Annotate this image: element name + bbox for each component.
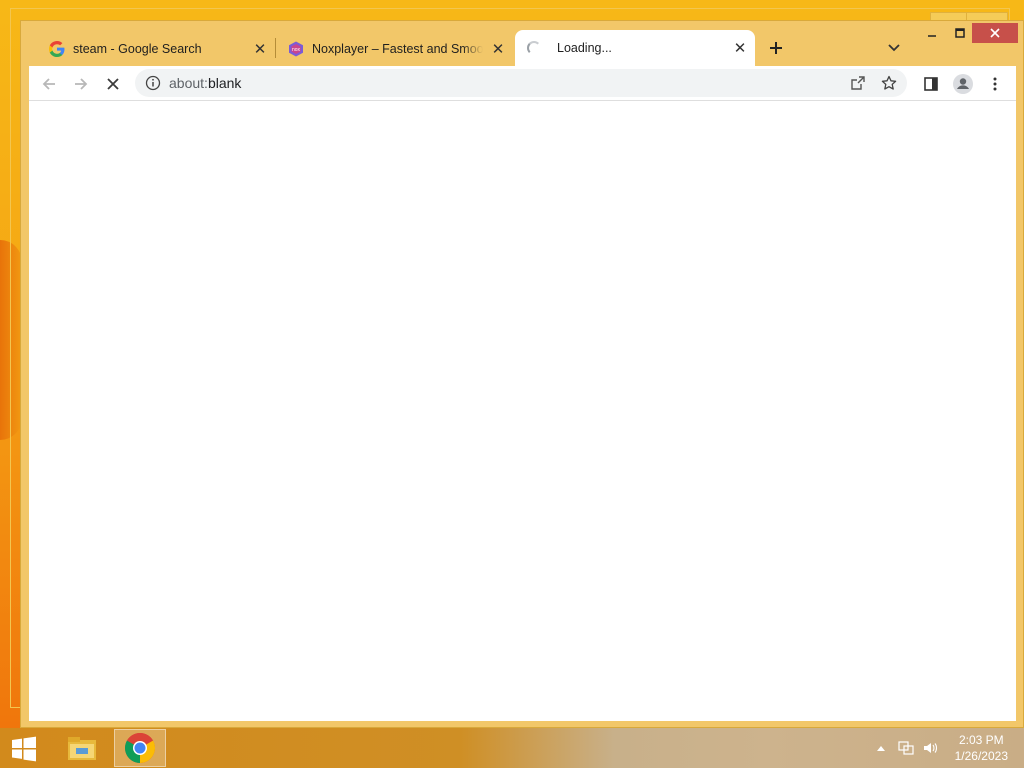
svg-text:nox: nox — [292, 47, 301, 53]
info-icon[interactable] — [145, 75, 161, 91]
back-button[interactable] — [35, 70, 63, 98]
address-bar[interactable]: about:blank — [135, 69, 907, 97]
tab-google-search[interactable]: steam - Google Search ✕ — [47, 32, 269, 66]
chevron-up-icon — [877, 746, 885, 751]
file-explorer-icon — [68, 737, 96, 760]
tab-title: Loading... — [557, 41, 612, 55]
nox-icon: nox — [288, 41, 304, 57]
taskbar-chrome[interactable] — [114, 729, 166, 767]
close-icon[interactable]: ✕ — [489, 40, 507, 58]
google-g-icon — [49, 41, 65, 57]
avatar-icon — [953, 74, 973, 94]
star-icon[interactable] — [878, 72, 900, 94]
tab-title: Noxplayer – Fastest and Smoothe — [312, 42, 483, 56]
side-panel-button[interactable] — [917, 70, 945, 98]
minimize-icon — [928, 35, 936, 37]
forward-button[interactable] — [67, 70, 95, 98]
tab-loading-active[interactable]: Loading... ✕ — [515, 30, 755, 66]
network-icon[interactable] — [896, 736, 916, 760]
close-icon — [107, 78, 119, 90]
stop-loading-button[interactable] — [99, 70, 127, 98]
browser-window: steam - Google Search ✕ nox Noxplayer – … — [20, 20, 1024, 728]
volume-icon[interactable] — [920, 736, 940, 760]
page-content[interactable] — [29, 101, 1016, 721]
clock-date: 1/26/2023 — [954, 749, 1008, 763]
taskbar-file-explorer[interactable] — [56, 729, 108, 767]
side-panel-icon — [924, 77, 938, 91]
maximize-button[interactable] — [947, 23, 973, 43]
url-text[interactable]: about:blank — [169, 75, 907, 91]
windows-logo-icon — [12, 736, 36, 762]
taskbar: 2:03 PM 1/26/2023 — [0, 728, 1024, 768]
taskbar-clock[interactable]: 2:03 PM 1/26/2023 — [955, 732, 1008, 764]
profile-button[interactable] — [949, 70, 977, 98]
menu-button[interactable] — [981, 70, 1009, 98]
clock-time: 2:03 PM — [958, 733, 1004, 747]
tab-noxplayer[interactable]: nox Noxplayer – Fastest and Smoothe ✕ — [285, 32, 507, 66]
close-icon[interactable]: ✕ — [251, 40, 269, 58]
show-hidden-icons-button[interactable] — [874, 736, 888, 760]
tab-strip: steam - Google Search ✕ nox Noxplayer – … — [21, 21, 1023, 66]
new-tab-button[interactable] — [763, 35, 789, 61]
chrome-icon — [124, 732, 156, 763]
loading-spinner-icon — [527, 41, 541, 55]
close-icon[interactable]: ✕ — [731, 39, 749, 57]
start-button[interactable] — [8, 734, 40, 764]
kebab-menu-icon — [993, 77, 997, 91]
share-icon[interactable] — [847, 72, 869, 94]
url-path: blank — [207, 75, 242, 91]
tab-title: steam - Google Search — [73, 42, 202, 56]
chevron-down-icon — [888, 44, 900, 52]
close-icon — [990, 28, 1000, 38]
window-close-button[interactable] — [972, 23, 1018, 43]
browser-toolbar: about:blank — [29, 66, 1016, 101]
tab-search-button[interactable] — [883, 37, 905, 59]
minimize-button[interactable] — [919, 23, 945, 43]
arrow-right-icon — [75, 78, 88, 90]
plus-icon — [770, 42, 782, 54]
maximize-icon — [955, 28, 965, 38]
url-scheme: about: — [169, 75, 208, 91]
tab-separator — [275, 38, 276, 58]
arrow-left-icon — [42, 78, 55, 90]
